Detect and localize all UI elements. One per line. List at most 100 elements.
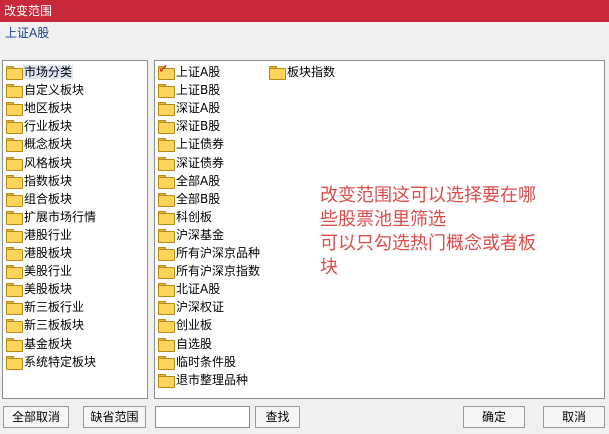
market-item[interactable]: 深证债券 [158, 154, 225, 172]
market-item[interactable]: 上证债券 [158, 135, 225, 153]
item-label: 风格板块 [24, 155, 73, 170]
folder-icon [158, 138, 175, 153]
item-label: 自定义板块 [24, 83, 85, 98]
item-label: 上证债券 [176, 137, 225, 152]
window-title: 改变范围 [4, 4, 53, 18]
item-label: 沪深基金 [176, 227, 225, 242]
category-item[interactable]: 指数板块 [6, 172, 73, 190]
cancel-button[interactable]: 取消 [543, 406, 605, 428]
ok-button[interactable]: 确定 [463, 406, 525, 428]
folder-icon [158, 265, 175, 280]
folder-icon [6, 192, 23, 207]
market-item[interactable]: 所有沪深京品种 [158, 244, 261, 262]
market-item[interactable]: 深证B股 [158, 117, 221, 135]
market-item[interactable]: 自选股 [158, 335, 213, 353]
item-label: 深证B股 [176, 119, 221, 134]
search-button[interactable]: 查找 [255, 406, 300, 428]
market-item[interactable]: 全部A股 [158, 172, 221, 190]
market-item[interactable]: 科创板 [158, 208, 213, 226]
annotation-line: 块 [320, 257, 338, 278]
search-input[interactable] [155, 406, 250, 428]
folder-icon [158, 192, 175, 207]
folder-icon [6, 301, 23, 316]
select-all-toggle-button[interactable]: 全部取消 [3, 406, 69, 428]
item-label: 市场分类 [23, 65, 74, 79]
category-item[interactable]: 扩展市场行情 [6, 208, 97, 226]
folder-icon: ✓ [158, 63, 175, 80]
market-item[interactable]: 临时条件股 [158, 353, 237, 371]
item-label: 上证B股 [176, 83, 221, 98]
market-item[interactable]: 上证B股 [158, 81, 221, 99]
folder-icon [6, 228, 23, 243]
item-label: 自选股 [176, 336, 213, 351]
default-range-button[interactable]: 缺省范围 [83, 406, 146, 428]
folder-icon [158, 228, 175, 243]
annotation-line: 些股票池里筛选 [320, 209, 446, 230]
item-label: 临时条件股 [176, 354, 237, 369]
folder-icon [6, 247, 23, 261]
folder-icon [6, 102, 23, 117]
category-item[interactable]: 新三板板块 [6, 316, 85, 334]
folder-icon [6, 355, 23, 370]
item-label: 退市整理品种 [176, 372, 249, 387]
market-item[interactable]: 退市整理品种 [158, 371, 249, 389]
market-item[interactable]: 沪深基金 [158, 226, 225, 244]
item-label: 所有沪深京品种 [176, 246, 261, 260]
item-label: 深证债券 [176, 155, 225, 170]
category-tree[interactable]: 市场分类 自定义板块 地区板块 行业板块 概念板块 风格板块 指数板块 组合板块 扩展市场行情港… [2, 60, 148, 399]
item-label: 美股行业 [24, 264, 73, 279]
folder-icon [6, 265, 23, 280]
category-item[interactable]: 美股行业 [6, 262, 73, 280]
item-label: 沪深权证 [176, 300, 225, 315]
item-label: 新三板板块 [24, 318, 85, 333]
category-item[interactable]: 地区板块 [6, 99, 73, 117]
item-label: 行业板块 [24, 119, 73, 134]
category-item[interactable]: 系统特定板块 [6, 353, 97, 371]
current-selection-label: 上证A股 [5, 26, 50, 40]
folder-icon [6, 174, 23, 189]
folder-icon [269, 66, 286, 80]
item-label: 港股板块 [24, 246, 73, 260]
market-item[interactable]: 板块指数 [269, 63, 336, 81]
item-label: 全部B股 [176, 191, 221, 206]
category-item[interactable]: 风格板块 [6, 154, 73, 172]
folder-icon [6, 138, 23, 153]
market-item[interactable]: 全部B股 [158, 190, 221, 208]
item-label: 指数板块 [24, 173, 73, 188]
category-item[interactable]: 行业板块 [6, 117, 73, 135]
category-item[interactable]: 基金板块 [6, 335, 73, 353]
folder-icon [6, 66, 23, 80]
market-item[interactable]: 创业板 [158, 316, 213, 334]
folder-icon [158, 283, 175, 298]
folder-icon [158, 319, 175, 334]
item-label: 全部A股 [176, 173, 221, 188]
folder-icon [158, 84, 175, 99]
folder-icon [158, 373, 175, 388]
folder-icon [6, 319, 23, 334]
item-label: 美股板块 [24, 282, 73, 297]
category-item[interactable]: 概念板块 [6, 135, 73, 153]
market-item[interactable]: ✓ 上证A股 [158, 63, 221, 81]
market-item[interactable]: 所有沪深京指数 [158, 262, 261, 280]
market-item[interactable]: 沪深权证 [158, 298, 225, 316]
category-item[interactable]: 组合板块 [6, 190, 73, 208]
item-label: 深证A股 [176, 101, 221, 116]
category-item[interactable]: 市场分类 [6, 63, 74, 81]
item-label: 地区板块 [24, 101, 73, 116]
folder-icon [158, 120, 175, 135]
folder-icon [158, 174, 175, 189]
item-label: 系统特定板块 [24, 354, 97, 369]
folder-icon [158, 355, 175, 370]
category-item[interactable]: 自定义板块 [6, 81, 85, 99]
market-item[interactable]: 深证A股 [158, 99, 221, 117]
annotation-line: 改变范围这可以选择要在哪 [320, 185, 536, 206]
folder-icon [6, 84, 23, 99]
category-item[interactable]: 新三板行业 [6, 298, 85, 316]
category-item[interactable]: 港股行业 [6, 226, 73, 244]
category-item[interactable]: 港股板块 [6, 244, 73, 262]
market-item[interactable]: 北证A股 [158, 280, 221, 298]
category-item[interactable]: 美股板块 [6, 280, 73, 298]
item-label: 创业板 [176, 318, 213, 333]
folder-icon [6, 283, 23, 298]
folder-icon [158, 102, 175, 117]
